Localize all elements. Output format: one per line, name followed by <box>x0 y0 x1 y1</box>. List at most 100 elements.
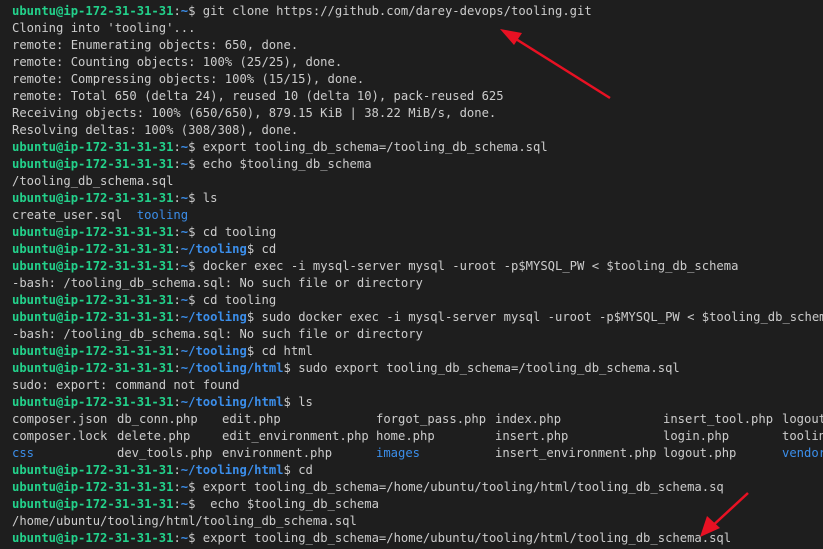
output-line: Cloning into 'tooling'... <box>12 21 196 35</box>
file-entry: home.php <box>376 429 435 443</box>
file-entry: index.php <box>495 412 562 426</box>
command-line: ubuntu@ip-172-31-31-31:~$ cd tooling <box>12 292 823 309</box>
output-line: Receiving objects: 100% (650/650), 879.1… <box>12 106 497 120</box>
file-entry: composer.lock <box>12 429 108 443</box>
prompt-user-host: ubuntu@ip-172-31-31-31 <box>12 463 174 477</box>
command-text: export tooling_db_schema=/home/ubuntu/to… <box>195 531 732 545</box>
ls-output-row: composer.json db_conn.php edit.php forgot_p… <box>12 411 823 428</box>
command-text: sudo docker exec -i mysql-server mysql -… <box>254 310 823 324</box>
command-line: ubuntu@ip-172-31-31-31:~$ echo $tooling_… <box>12 156 823 173</box>
file-entry: dev_tools.php <box>117 446 213 460</box>
command-text: echo $tooling_db_schema <box>195 157 372 171</box>
terminal-window[interactable]: ubuntu@ip-172-31-31-31:~$ git clone http… <box>0 0 823 549</box>
output-line: remote: Counting objects: 100% (25/25), … <box>12 55 343 69</box>
prompt-colon: : <box>173 191 181 205</box>
prompt-cwd: ~/tooling/html <box>180 463 284 477</box>
directory-entry: vendor <box>782 446 823 460</box>
command-text: cd tooling <box>195 225 277 239</box>
file-entry: toolin <box>782 429 823 443</box>
prompt-colon: : <box>173 157 181 171</box>
command-text: ls <box>290 395 313 409</box>
file-entry: composer.json <box>12 412 108 426</box>
prompt-user-host: ubuntu@ip-172-31-31-31 <box>12 480 174 494</box>
prompt-user-host: ubuntu@ip-172-31-31-31 <box>12 157 174 171</box>
prompt-user-host: ubuntu@ip-172-31-31-31 <box>12 344 174 358</box>
prompt-cwd: ~/tooling <box>180 310 247 324</box>
prompt-user-host: ubuntu@ip-172-31-31-31 <box>12 4 174 18</box>
prompt-user-host: ubuntu@ip-172-31-31-31 <box>12 225 174 239</box>
command-text: cd html <box>254 344 313 358</box>
prompt-user-host: ubuntu@ip-172-31-31-31 <box>12 310 174 324</box>
file-entry: environment.php <box>222 446 333 460</box>
command-text: cd <box>290 463 313 477</box>
prompt-cwd: ~/tooling <box>180 242 247 256</box>
output-line: sudo: export: command not found <box>12 378 240 392</box>
prompt-colon: : <box>173 140 181 154</box>
directory-entry: tooling <box>136 208 189 222</box>
file-entry: logout.php <box>663 446 737 460</box>
command-line: ubuntu@ip-172-31-31-31:~$ ls <box>12 190 823 207</box>
prompt-symbol: $ <box>283 361 291 375</box>
output-line: -bash: /tooling_db_schema.sql: No such f… <box>12 327 423 341</box>
command-text: docker exec -i mysql-server mysql -uroot… <box>195 259 739 273</box>
ls-output-row: css dev_tools.php environment.php images ins… <box>12 445 823 462</box>
prompt-cwd: ~/tooling <box>180 344 247 358</box>
file-entry: insert_tool.php <box>663 412 774 426</box>
output-line: -bash: /tooling_db_schema.sql: No such f… <box>12 276 423 290</box>
output-line: remote: Total 650 (delta 24), reused 10 … <box>12 89 504 103</box>
file-entry: edit_environment.php <box>222 429 369 443</box>
prompt-user-host: ubuntu@ip-172-31-31-31 <box>12 395 174 409</box>
command-line: ubuntu@ip-172-31-31-31:~/tooling$ sudo d… <box>12 309 823 326</box>
command-line: ubuntu@ip-172-31-31-31:~/tooling/html$ c… <box>12 462 823 479</box>
command-line: ubuntu@ip-172-31-31-31:~$ cd tooling <box>12 224 823 241</box>
output-line: remote: Compressing objects: 100% (15/15… <box>12 72 365 86</box>
command-text: cd tooling <box>195 293 277 307</box>
prompt-colon: : <box>173 463 181 477</box>
command-line: ubuntu@ip-172-31-31-31:~$ docker exec -i… <box>12 258 823 275</box>
command-line: ubuntu@ip-172-31-31-31:~$ echo $tooling_… <box>12 496 823 513</box>
file-entry: insert_environment.php <box>495 446 657 460</box>
file-entry: delete.php <box>117 429 191 443</box>
command-line: ubuntu@ip-172-31-31-31:~$ export tooling… <box>12 479 823 496</box>
file-entry: create_user.sql <box>12 208 137 222</box>
terminal-output: ubuntu@ip-172-31-31-31:~$ git clone http… <box>12 3 823 547</box>
prompt-cwd: ~/tooling/html <box>180 395 284 409</box>
ls-output-row: composer.lock delete.php edit_environment.… <box>12 428 823 445</box>
output-line: Resolving deltas: 100% (308/308), done. <box>12 123 299 137</box>
prompt-colon: : <box>173 242 181 256</box>
prompt-user-host: ubuntu@ip-172-31-31-31 <box>12 531 174 545</box>
prompt-cwd: ~/tooling/html <box>180 361 284 375</box>
prompt-colon: : <box>173 531 181 545</box>
prompt-user-host: ubuntu@ip-172-31-31-31 <box>12 259 174 273</box>
prompt-user-host: ubuntu@ip-172-31-31-31 <box>12 140 174 154</box>
command-text: ls <box>195 191 218 205</box>
file-entry: edit.php <box>222 412 281 426</box>
prompt-user-host: ubuntu@ip-172-31-31-31 <box>12 293 174 307</box>
command-line: ubuntu@ip-172-31-31-31:~/tooling$ cd htm… <box>12 343 823 360</box>
output-line: remote: Enumerating objects: 650, done. <box>12 38 299 52</box>
prompt-symbol: $ <box>283 395 291 409</box>
directory-entry: images <box>376 446 421 460</box>
command-line: ubuntu@ip-172-31-31-31:~/tooling/html$ l… <box>12 394 823 411</box>
prompt-colon: : <box>173 310 181 324</box>
prompt-user-host: ubuntu@ip-172-31-31-31 <box>12 497 174 511</box>
command-line: ubuntu@ip-172-31-31-31:~/tooling$ cd <box>12 241 823 258</box>
command-line: ubuntu@ip-172-31-31-31:~$ export tooling… <box>12 139 823 156</box>
command-text: git clone https://github.com/darey-devop… <box>195 4 592 18</box>
prompt-colon: : <box>173 259 181 273</box>
file-entry: db_conn.php <box>117 412 198 426</box>
prompt-colon: : <box>173 361 181 375</box>
command-text: echo $tooling_db_schema <box>195 497 379 511</box>
prompt-user-host: ubuntu@ip-172-31-31-31 <box>12 242 174 256</box>
command-line: ubuntu@ip-172-31-31-31:~/tooling/html$ s… <box>12 360 823 377</box>
prompt-user-host: ubuntu@ip-172-31-31-31 <box>12 191 174 205</box>
prompt-symbol: $ <box>283 463 291 477</box>
prompt-colon: : <box>173 480 181 494</box>
file-entry: login.php <box>663 429 730 443</box>
prompt-user-host: ubuntu@ip-172-31-31-31 <box>12 361 174 375</box>
prompt-colon: : <box>173 344 181 358</box>
command-text: export tooling_db_schema=/tooling_db_sch… <box>195 140 548 154</box>
output-line: /tooling_db_schema.sql <box>12 174 174 188</box>
file-entry: forgot_pass.php <box>376 412 487 426</box>
output-line: /home/ubuntu/tooling/html/tooling_db_sch… <box>12 514 357 528</box>
